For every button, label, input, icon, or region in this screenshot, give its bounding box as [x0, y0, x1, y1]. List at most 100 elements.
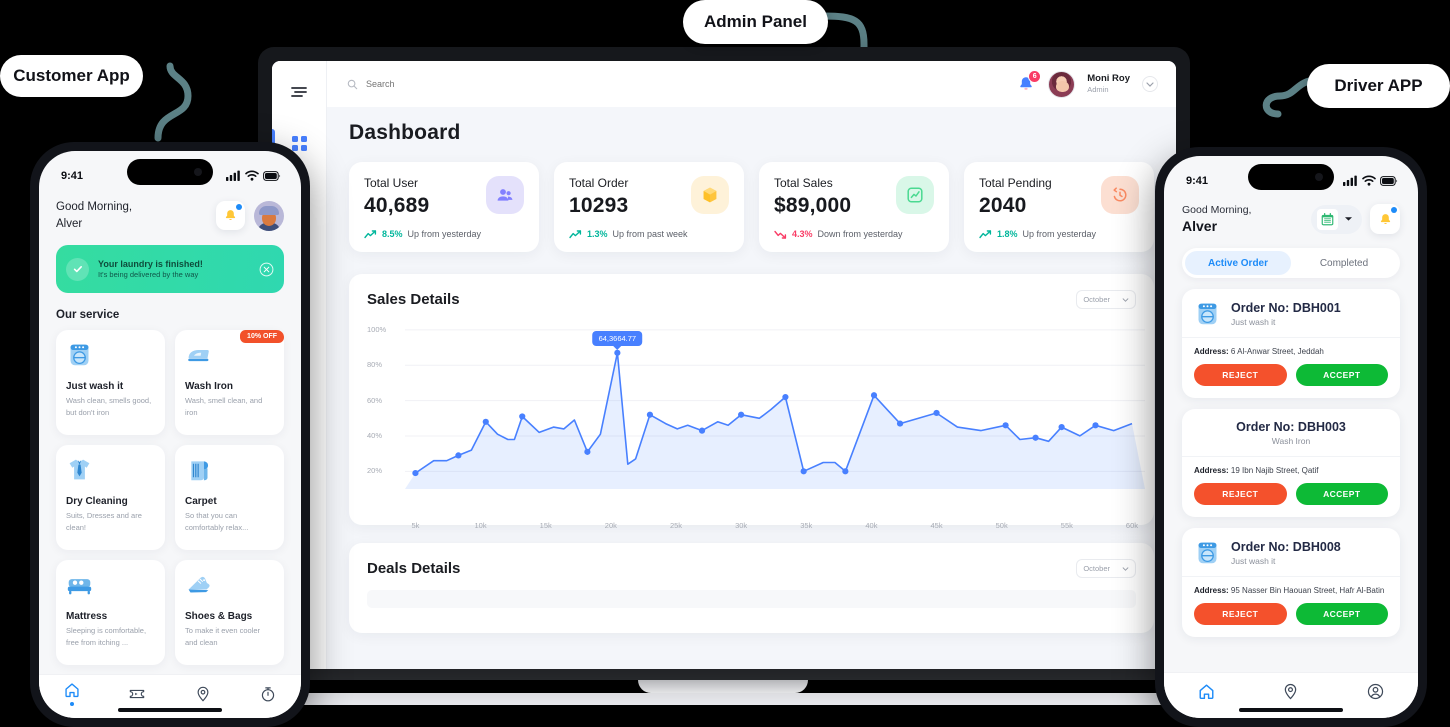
- customer-notifications-button[interactable]: [216, 201, 245, 230]
- order-filter-tabs: Active Order Completed: [1182, 248, 1400, 278]
- x-axis-tick: 15k: [540, 521, 552, 530]
- home-tab[interactable]: [63, 681, 81, 706]
- toast-title: Your laundry is finished!: [98, 259, 203, 269]
- y-axis-tick: 40%: [367, 431, 382, 440]
- order-address: Address: 95 Nasser Bin Haouan Street, Ha…: [1182, 577, 1400, 595]
- chart-point[interactable]: [584, 449, 590, 455]
- x-axis-tick: 10k: [475, 521, 487, 530]
- sales-details-panel: Sales Details October 20%40%60%80%100%5k…: [349, 274, 1154, 525]
- chart-point[interactable]: [1059, 424, 1065, 430]
- order-number: Order No: DBH008: [1231, 540, 1341, 554]
- stat-label: Total Order: [569, 176, 628, 190]
- home-tab[interactable]: [1197, 682, 1216, 701]
- chart-point[interactable]: [455, 452, 461, 458]
- user-meta: Moni Roy Admin: [1087, 73, 1130, 94]
- stat-delta-text: Down from yesterday: [818, 229, 903, 239]
- label-admin-panel: Admin Panel: [683, 0, 828, 44]
- service-card-mattress[interactable]: Mattress Sleeping is comfortable, free f…: [56, 560, 165, 665]
- menu-toggle-icon[interactable]: [289, 85, 309, 99]
- accept-button[interactable]: ACCEPT: [1296, 483, 1389, 505]
- status-bar: 9:41: [39, 151, 301, 191]
- chart-point[interactable]: [483, 419, 489, 425]
- status-bar: 9:41: [1164, 156, 1418, 196]
- y-axis-tick: 100%: [367, 325, 386, 334]
- chart-point[interactable]: [842, 468, 848, 474]
- tab-completed[interactable]: Completed: [1291, 251, 1397, 275]
- toast-text: Your laundry is finished! It's being del…: [98, 259, 203, 279]
- driver-notifications-button[interactable]: [1370, 204, 1400, 234]
- notifications-button[interactable]: 6: [1016, 74, 1036, 94]
- chart-point[interactable]: [699, 428, 705, 434]
- address-label: Address:: [1194, 347, 1229, 356]
- home-indicator: [1239, 708, 1343, 712]
- user-menu-button[interactable]: [1142, 76, 1158, 92]
- chart-point[interactable]: [1002, 422, 1008, 428]
- chart-point[interactable]: [801, 468, 807, 474]
- chart-point[interactable]: [782, 394, 788, 400]
- driver-app-screen: 9:41: [1164, 156, 1418, 718]
- panel-title: Sales Details: [367, 291, 460, 308]
- cellular-icon: [226, 170, 241, 181]
- close-icon[interactable]: [259, 262, 274, 277]
- driver-app-phone: 9:41: [1155, 147, 1427, 727]
- accept-button[interactable]: ACCEPT: [1296, 364, 1389, 386]
- service-card-carpet[interactable]: Carpet So that you can comfortably relax…: [175, 445, 284, 550]
- y-axis-tick: 60%: [367, 396, 382, 405]
- month-select-deals[interactable]: October: [1076, 559, 1136, 578]
- search-input[interactable]: [366, 79, 546, 89]
- reject-button[interactable]: REJECT: [1194, 483, 1287, 505]
- service-desc: Suits, Dresses and are clean!: [66, 510, 155, 533]
- chart-point[interactable]: [871, 392, 877, 398]
- location-tab[interactable]: [1281, 682, 1300, 701]
- x-axis-tick: 60k: [1126, 521, 1138, 530]
- service-card-just-wash-it[interactable]: Just wash it Wash clean, smells good, bu…: [56, 330, 165, 435]
- chart-point[interactable]: [614, 350, 620, 356]
- chart-point[interactable]: [897, 420, 903, 426]
- tab-active-order[interactable]: Active Order: [1185, 251, 1291, 275]
- admin-topbar: 6 Moni Roy Admin: [326, 61, 1176, 107]
- stat-delta-text: Up from yesterday: [408, 229, 482, 239]
- label-customer-app: Customer App: [0, 55, 143, 97]
- stat-card-total-user: Total User 40,689: [349, 162, 539, 252]
- chart-point[interactable]: [1032, 435, 1038, 441]
- reject-button[interactable]: REJECT: [1194, 603, 1287, 625]
- reject-button[interactable]: REJECT: [1194, 364, 1287, 386]
- active-indicator: [70, 702, 74, 706]
- chart-point[interactable]: [519, 413, 525, 419]
- stat-label: Total Sales: [774, 176, 851, 190]
- chart-point[interactable]: [647, 412, 653, 418]
- vouchers-tab[interactable]: [128, 685, 146, 703]
- service-card-wash-iron[interactable]: 10% OFF Wash Iron Wash, smell clean, and…: [175, 330, 284, 435]
- profile-tab[interactable]: [1366, 682, 1385, 701]
- greeting-line-1: Good Morning,: [1182, 204, 1251, 216]
- service-card-dry-cleaning[interactable]: Dry Cleaning Suits, Dresses and are clea…: [56, 445, 165, 550]
- chart-point[interactable]: [412, 470, 418, 476]
- chart-point[interactable]: [933, 410, 939, 416]
- stat-delta: 4.3%: [792, 229, 813, 239]
- battery-icon: [1380, 176, 1398, 186]
- calendar-picker[interactable]: [1311, 205, 1362, 234]
- history-tab[interactable]: [259, 685, 277, 703]
- stat-trend: 1.3% Up from past week: [569, 229, 729, 239]
- avatar[interactable]: [1048, 71, 1075, 98]
- customer-app-phone: 9:41: [30, 142, 310, 727]
- location-tab[interactable]: [194, 685, 212, 703]
- avatar[interactable]: [254, 201, 284, 231]
- stat-delta: 1.3%: [587, 229, 608, 239]
- month-select-sales[interactable]: October: [1076, 290, 1136, 309]
- chart-area-fill: [405, 353, 1145, 489]
- accept-button[interactable]: ACCEPT: [1296, 603, 1389, 625]
- stat-cards-row: Total User 40,689: [349, 162, 1154, 252]
- service-desc: Wash clean, smells good, but don't iron: [66, 395, 155, 418]
- search-box[interactable]: [347, 79, 546, 90]
- chart-point[interactable]: [1092, 422, 1098, 428]
- chart-point[interactable]: [738, 412, 744, 418]
- service-name: Wash Iron: [185, 381, 274, 392]
- service-card-shoes-bags[interactable]: Shoes & Bags To make it even cooler and …: [175, 560, 284, 665]
- service-name: Carpet: [185, 496, 274, 507]
- check-icon: [66, 258, 89, 281]
- order-service: Wash Iron: [1236, 436, 1346, 446]
- service-name: Dry Cleaning: [66, 496, 155, 507]
- trend-up-icon: [364, 230, 377, 239]
- wifi-icon: [1362, 175, 1376, 186]
